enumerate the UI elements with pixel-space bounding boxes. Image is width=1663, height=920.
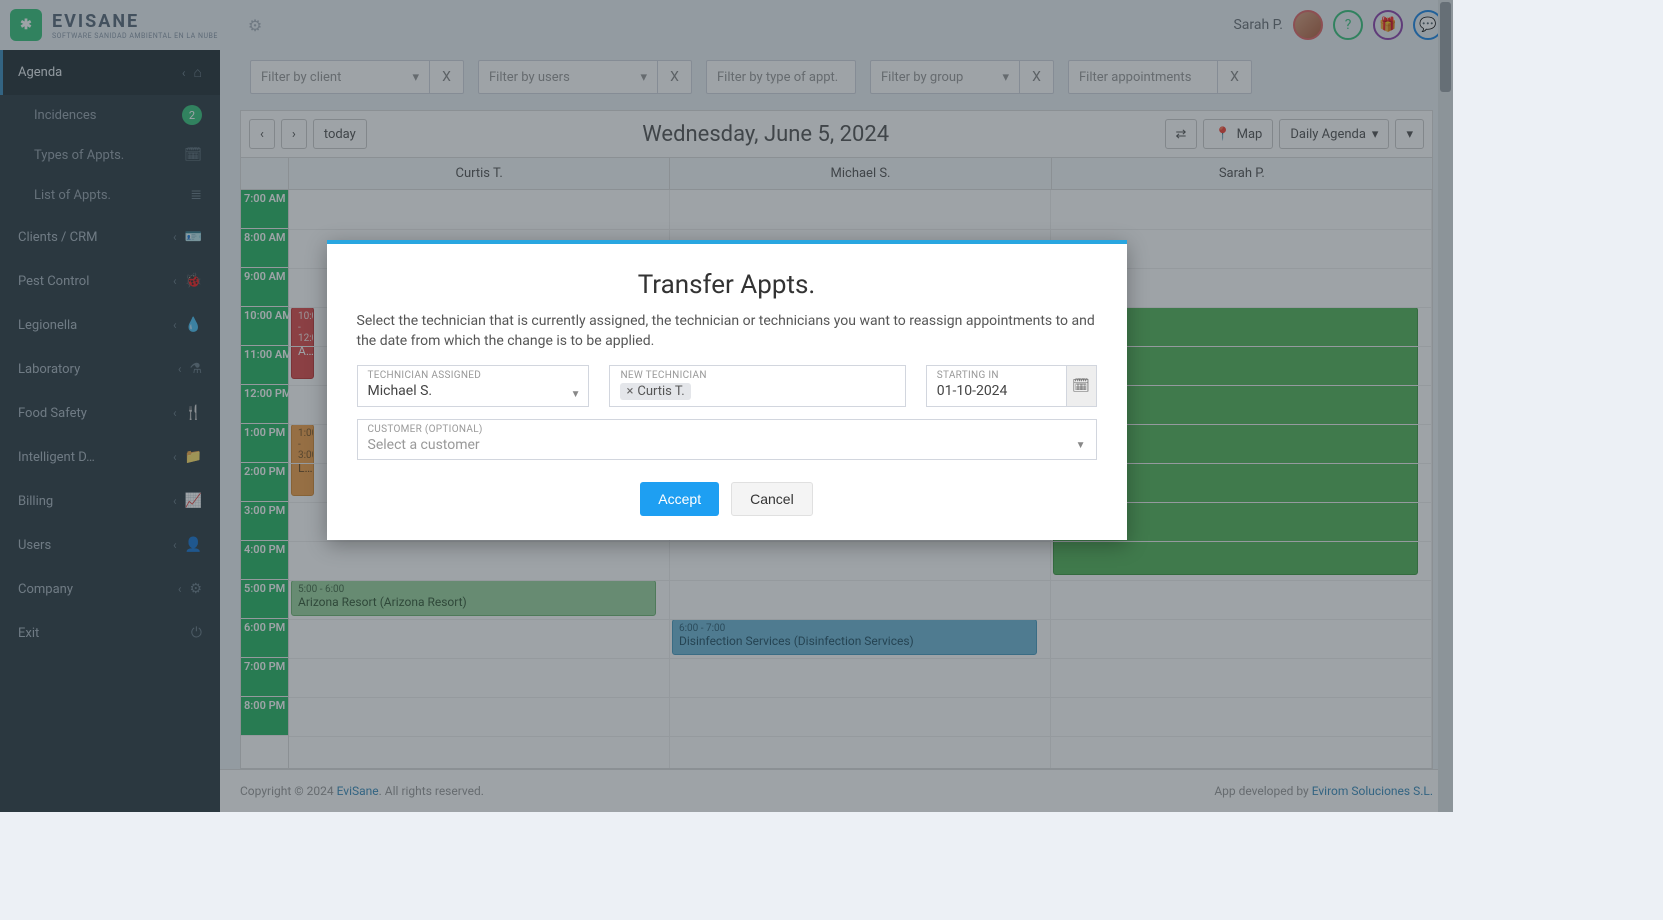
caret-down-icon: ▼ (1076, 440, 1086, 451)
calendar-icon: 🗓 (1072, 378, 1090, 394)
new-technician-field[interactable]: NEW TECHNICIAN × Curtis T. (609, 365, 905, 407)
field-label: STARTING IN (937, 370, 1056, 381)
token-label: Curtis T. (637, 384, 684, 399)
starting-date-field[interactable]: STARTING IN 01-10-2024 🗓 (926, 365, 1097, 407)
technician-assigned-field[interactable]: TECHNICIAN ASSIGNED Michael S. ▼ (357, 365, 590, 407)
token-remove[interactable]: × (626, 384, 633, 399)
technician-token: × Curtis T. (620, 383, 690, 400)
caret-down-icon: ▼ (571, 389, 581, 400)
field-label: CUSTOMER (OPTIONAL) (368, 424, 1086, 435)
modal-description: Select the technician that is currently … (357, 312, 1097, 351)
transfer-appts-modal: Transfer Appts. Select the technician th… (327, 240, 1127, 540)
field-value: 01-10-2024 (937, 383, 1056, 399)
accept-button[interactable]: Accept (640, 482, 719, 516)
modal-title: Transfer Appts. (357, 270, 1097, 300)
cancel-button[interactable]: Cancel (731, 482, 813, 516)
field-label: NEW TECHNICIAN (620, 370, 894, 381)
field-label: TECHNICIAN ASSIGNED (368, 370, 579, 381)
calendar-button[interactable]: 🗓 (1066, 366, 1096, 406)
field-value: Michael S. (368, 383, 579, 399)
customer-field[interactable]: CUSTOMER (OPTIONAL) Select a customer ▼ (357, 419, 1097, 460)
customer-placeholder: Select a customer (368, 437, 1086, 453)
